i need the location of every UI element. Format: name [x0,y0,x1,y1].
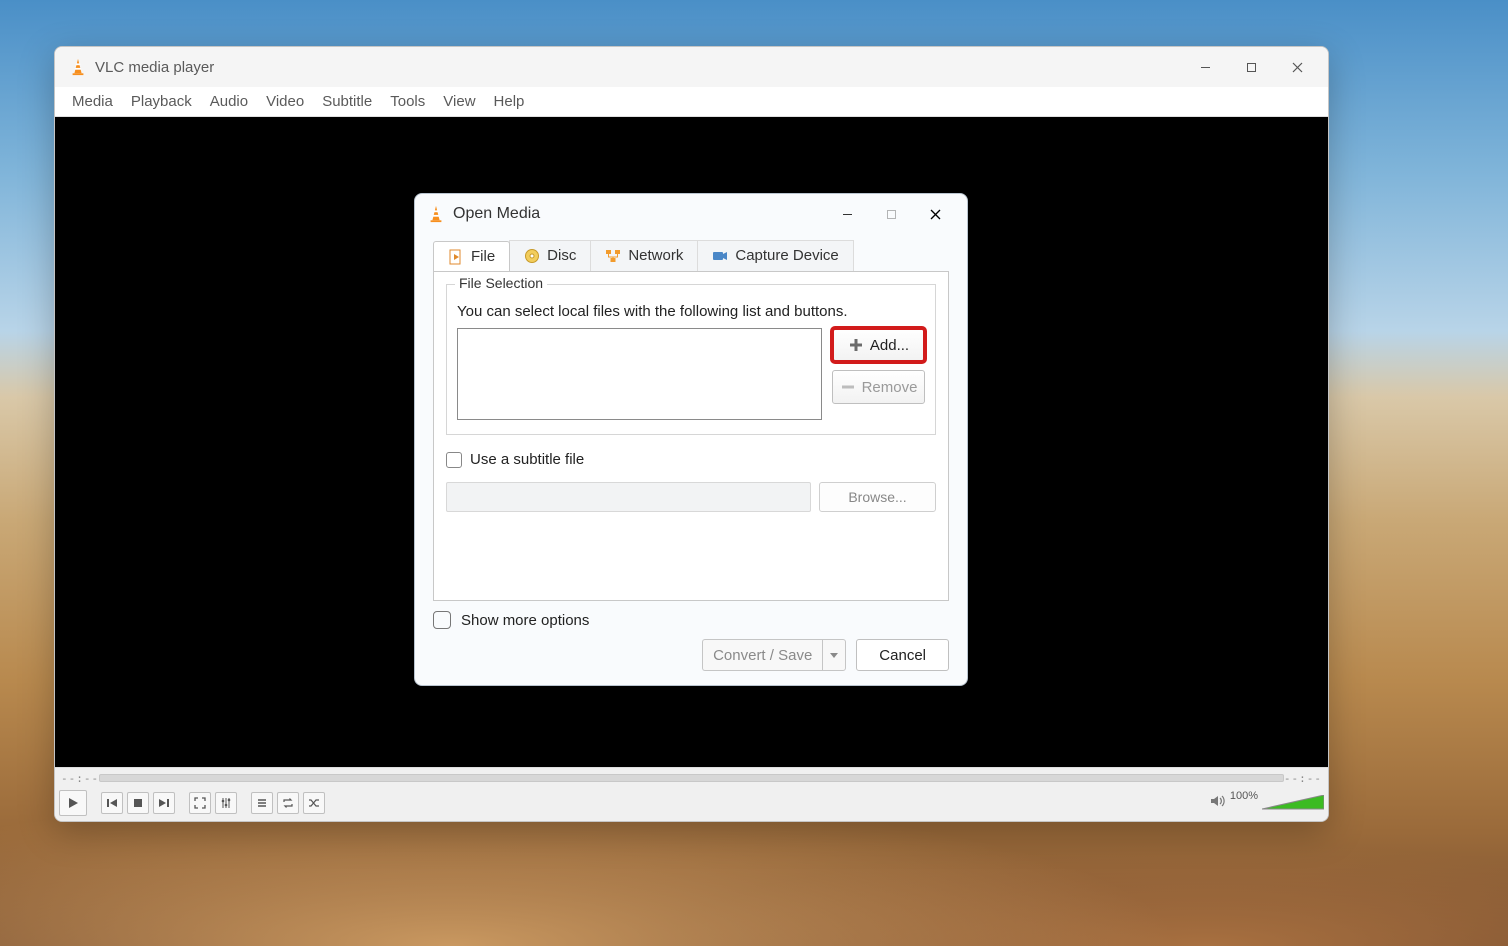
playback-bar: --:-- --:-- 100% [55,767,1328,821]
minus-icon [840,379,856,395]
disc-icon [524,248,540,264]
convert-save-label: Convert / Save [713,647,812,664]
loop-button[interactable] [277,792,299,814]
cancel-button[interactable]: Cancel [856,639,949,671]
tab-file[interactable]: File [433,241,510,272]
maximize-button[interactable] [1228,52,1274,82]
file-icon [448,249,464,265]
remove-button[interactable]: Remove [832,370,925,404]
remove-button-label: Remove [862,379,918,396]
tab-network-label: Network [628,247,683,264]
fullscreen-button[interactable] [189,792,211,814]
open-media-dialog: Open Media File Disc Network Capture Dev… [414,193,968,686]
menu-audio[interactable]: Audio [201,89,257,114]
tab-capture-device[interactable]: Capture Device [697,240,853,271]
file-selection-legend: File Selection [455,275,547,291]
tab-network[interactable]: Network [590,240,698,271]
file-selection-group: File Selection You can select local file… [446,284,936,435]
tab-capture-label: Capture Device [735,247,838,264]
file-list[interactable] [457,328,822,420]
browse-button-label: Browse... [848,489,906,505]
tab-disc-label: Disc [547,247,576,264]
plus-icon [848,337,864,353]
total-time: --:-- [1284,772,1322,785]
menu-help[interactable]: Help [485,89,534,114]
close-button[interactable] [1274,52,1320,82]
playlist-button[interactable] [251,792,273,814]
tab-disc[interactable]: Disc [509,240,591,271]
tab-file-label: File [471,248,495,265]
speaker-icon[interactable] [1210,794,1226,813]
volume-slider[interactable] [1262,795,1324,811]
playback-controls: 100% [59,788,1324,818]
add-button[interactable]: Add... [832,328,925,362]
play-button[interactable] [59,790,87,816]
menu-subtitle[interactable]: Subtitle [313,89,381,114]
menu-playback[interactable]: Playback [122,89,201,114]
add-button-label: Add... [870,337,909,354]
dialog-tabs: File Disc Network Capture Device [415,240,967,271]
minimize-button[interactable] [1182,52,1228,82]
shuffle-button[interactable] [303,792,325,814]
seek-slider[interactable] [99,774,1284,782]
menu-video[interactable]: Video [257,89,313,114]
main-window-title: VLC media player [95,59,1182,76]
volume-control: 100% [1210,794,1324,813]
show-more-checkbox[interactable] [433,611,451,629]
dialog-actions: Convert / Save Cancel [702,639,949,671]
dialog-title: Open Media [453,205,825,223]
show-more-label: Show more options [461,612,589,629]
file-selection-help: You can select local files with the foll… [457,303,925,320]
volume-percent: 100% [1230,790,1258,802]
previous-button[interactable] [101,792,123,814]
extended-settings-button[interactable] [215,792,237,814]
vlc-cone-icon [427,205,445,223]
subtitle-row: Use a subtitle file [446,451,936,468]
network-icon [605,248,621,264]
convert-save-button[interactable]: Convert / Save [702,639,846,671]
vlc-cone-icon [69,58,87,76]
cancel-button-label: Cancel [879,647,926,664]
browse-subtitle-button[interactable]: Browse... [819,482,936,512]
use-subtitle-checkbox[interactable] [446,452,462,468]
elapsed-time: --:-- [61,772,99,785]
stop-button[interactable] [127,792,149,814]
convert-save-dropdown[interactable] [822,639,846,671]
menu-tools[interactable]: Tools [381,89,434,114]
dialog-maximize-button[interactable] [869,200,913,228]
menu-view[interactable]: View [434,89,484,114]
menu-media[interactable]: Media [63,89,122,114]
main-titlebar: VLC media player [55,47,1328,87]
show-more-row: Show more options [433,611,589,629]
tab-file-page: File Selection You can select local file… [433,271,949,601]
use-subtitle-label: Use a subtitle file [470,451,584,468]
subtitle-path-input [446,482,811,512]
menubar: Media Playback Audio Video Subtitle Tool… [55,87,1328,117]
dialog-minimize-button[interactable] [825,200,869,228]
dialog-close-button[interactable] [913,200,957,228]
next-button[interactable] [153,792,175,814]
dialog-titlebar: Open Media [415,194,967,234]
capture-icon [712,248,728,264]
